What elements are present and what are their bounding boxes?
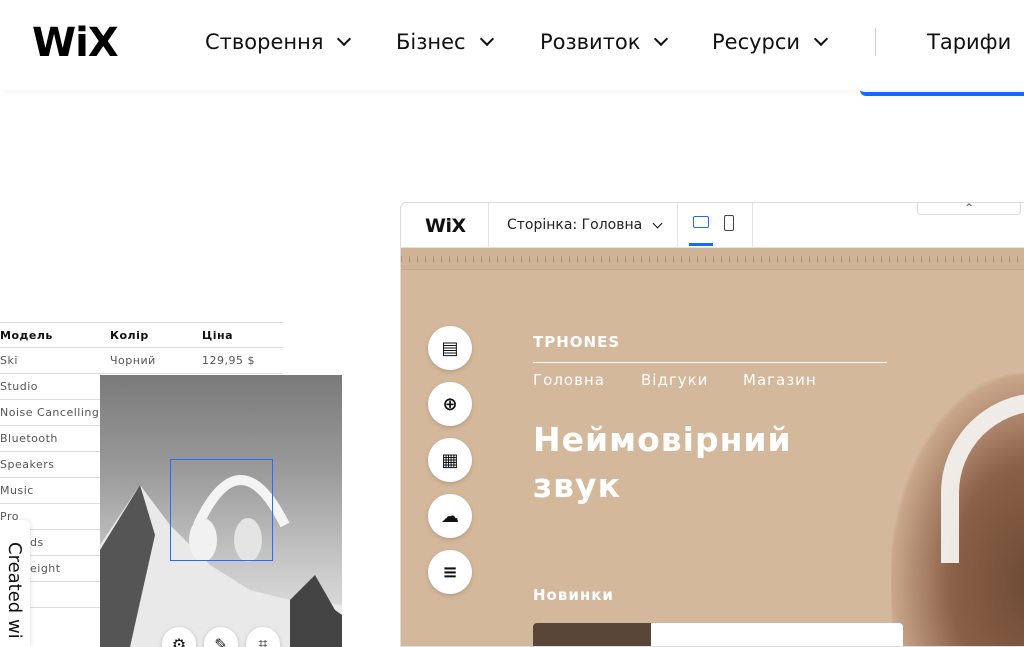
chevron-down-icon bbox=[654, 31, 669, 47]
created-with-label: Created wi bbox=[4, 542, 25, 639]
page: WiX Створення Бізнес Розвиток Ресурси Та… bbox=[0, 0, 1024, 647]
editor-toolbar: WiX Сторінка: Головна ^ bbox=[401, 203, 1024, 248]
table-row: Ski Чорний 129,95 $ bbox=[0, 348, 283, 374]
site-divider bbox=[533, 362, 887, 363]
chevron-down-icon bbox=[814, 31, 829, 47]
column-header: Модель bbox=[0, 329, 53, 342]
page-selector-label: Сторінка: Головна bbox=[507, 217, 643, 233]
active-device-indicator bbox=[689, 243, 713, 246]
chevron-down-icon bbox=[479, 31, 494, 47]
pages-icon[interactable]: ▤ bbox=[428, 326, 472, 370]
accent-underline bbox=[860, 90, 1024, 96]
table-row: Bluetooth bbox=[0, 426, 100, 452]
site-nav-shop[interactable]: Магазин bbox=[743, 371, 817, 389]
table-cell: 129,95 $ bbox=[202, 354, 255, 367]
toolbar-divider bbox=[752, 203, 753, 248]
nav-divider bbox=[875, 28, 876, 56]
created-with-wix-badge[interactable]: Created wi bbox=[0, 520, 30, 647]
editor-logo: WiX bbox=[425, 215, 466, 237]
nav-item-growth[interactable]: Розвиток bbox=[540, 30, 669, 54]
nav-item-label: Створення bbox=[205, 30, 324, 54]
nav-item-label: Ресурси bbox=[712, 30, 801, 54]
nav-item-business[interactable]: Бізнес bbox=[396, 30, 494, 54]
top-navigation: WiX Створення Бізнес Розвиток Ресурси Та… bbox=[0, 0, 1024, 90]
upload-icon[interactable]: ☁ bbox=[428, 494, 472, 538]
apps-icon[interactable]: ▦ bbox=[428, 438, 472, 482]
ruler bbox=[401, 248, 1024, 270]
nav-item-label: Розвиток bbox=[540, 30, 641, 54]
site-nav-reviews[interactable]: Відгуки bbox=[641, 371, 708, 389]
mobile-icon[interactable] bbox=[724, 215, 734, 231]
toolbar-divider bbox=[488, 203, 489, 248]
nav-item-resources[interactable]: Ресурси bbox=[712, 30, 829, 54]
editor-preview: WiX Сторінка: Головна ^ ▤ ⊕ ▦ ☁ ≡ TPHONE… bbox=[400, 202, 1024, 647]
table-header-row: Модель Колір Ціна bbox=[0, 322, 283, 348]
desktop-icon[interactable] bbox=[693, 216, 709, 228]
table-row: Music bbox=[0, 478, 100, 504]
column-header: Колір bbox=[110, 329, 149, 342]
table-cell: Music bbox=[0, 484, 34, 497]
chevron-down-icon bbox=[652, 218, 663, 228]
page-selector[interactable]: Сторінка: Головна bbox=[507, 217, 663, 233]
site-headline: Неймовірний звук bbox=[533, 417, 792, 509]
table-cell: Чорний bbox=[110, 354, 156, 367]
product-card-image bbox=[533, 623, 651, 646]
chevron-down-icon bbox=[337, 31, 352, 47]
site-nav-home[interactable]: Головна bbox=[533, 371, 605, 389]
wix-logo[interactable]: WiX bbox=[32, 20, 119, 66]
selection-box[interactable] bbox=[170, 459, 273, 561]
headline-line: звук bbox=[533, 466, 621, 505]
table-cell: Noise Cancelling bbox=[0, 406, 100, 419]
nav-item-label: Бізнес bbox=[396, 30, 466, 54]
table-cell: Studio bbox=[0, 380, 39, 393]
headline-line: Неймовірний bbox=[533, 420, 792, 459]
table-row: Studio bbox=[0, 374, 100, 400]
table-row: Noise Cancelling bbox=[0, 400, 100, 426]
database-icon[interactable]: ≡ bbox=[428, 550, 472, 594]
site-brand: TPHONES bbox=[533, 333, 621, 351]
nav-item-create[interactable]: Створення bbox=[205, 30, 352, 54]
table-cell: Ski bbox=[0, 354, 18, 367]
product-photo-card: ⚙ ✎ ⌗ bbox=[100, 375, 342, 647]
add-icon[interactable]: ⊕ bbox=[428, 382, 472, 426]
product-card-body[interactable] bbox=[651, 623, 903, 646]
toolbar-divider bbox=[677, 203, 678, 248]
table-cell: Speakers bbox=[0, 458, 55, 471]
column-header: Ціна bbox=[202, 329, 233, 342]
table-cell: eight bbox=[30, 562, 61, 575]
news-heading: Новинки bbox=[533, 586, 614, 604]
table-row: Speakers bbox=[0, 452, 100, 478]
table-cell: ds bbox=[30, 536, 44, 549]
nav-item-pricing[interactable]: Тарифи bbox=[927, 30, 1011, 54]
collapse-toolbar-button[interactable]: ^ bbox=[917, 203, 1021, 215]
table-cell: Bluetooth bbox=[0, 432, 58, 445]
